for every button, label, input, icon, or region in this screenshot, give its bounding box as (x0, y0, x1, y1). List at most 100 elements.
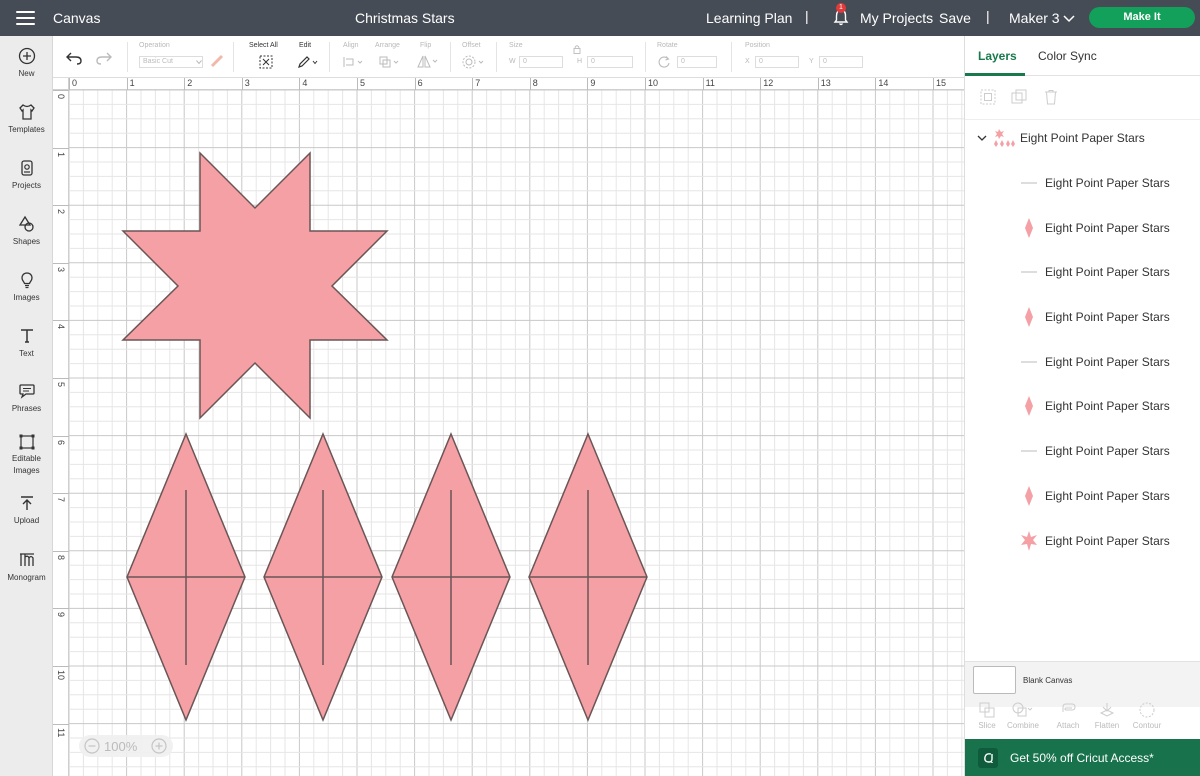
paperclip-icon (1062, 703, 1076, 712)
ruler-tick (241, 78, 243, 90)
flatten-button[interactable]: Flatten (1087, 702, 1127, 730)
width-input[interactable]: 0 (519, 56, 563, 68)
cricut-access-promo[interactable]: Get 50% off Cricut Access* (965, 739, 1200, 776)
sidebar-item-label: Templates (8, 125, 45, 134)
layer-item[interactable]: Eight Point Paper Stars (965, 168, 1200, 198)
layer-label: Eight Point Paper Stars (1045, 489, 1170, 503)
delete-icon[interactable] (1043, 89, 1059, 105)
sidebar-item-upload[interactable]: Upload (0, 494, 53, 525)
sidebar-item-projects[interactable]: Projects (0, 159, 53, 190)
flip-icon[interactable] (417, 55, 439, 68)
sidebar-item-label: Projects (12, 181, 41, 190)
ruler-tick (184, 78, 186, 90)
learning-plan-link[interactable]: Learning Plan (706, 10, 792, 26)
design-canvas[interactable]: 0 1 2 3 4 5 6 7 8 9 10 11 12 13 14 15 0 1 2 3 4 5 6 7 8 9 10 11 10… (53, 78, 964, 776)
sidebar-item-monogram[interactable]: Monogram (0, 551, 53, 582)
my-projects-link[interactable]: My Projects (860, 10, 933, 26)
ruler-tick (817, 78, 819, 90)
slice-button[interactable]: Slice (967, 702, 1007, 730)
document-title[interactable]: Christmas Stars (355, 10, 455, 26)
notification-badge: 1 (836, 3, 846, 13)
diamond-shape-3[interactable] (391, 432, 511, 722)
layer-item[interactable]: Eight Point Paper Stars (965, 257, 1200, 287)
layer-item[interactable]: Eight Point Paper Stars (965, 526, 1200, 556)
diamond-icon (1025, 396, 1033, 416)
tab-color-sync[interactable]: Color Sync (1038, 49, 1097, 63)
ruler-tick (69, 78, 70, 90)
combine-button[interactable]: Combine (1003, 702, 1043, 730)
diamond-shape-2[interactable] (263, 432, 383, 722)
attach-button[interactable]: Attach (1048, 702, 1088, 730)
upload-icon (20, 496, 33, 510)
y-position-input[interactable]: 0 (819, 56, 863, 68)
ruler-tick-label: 6 (56, 439, 66, 445)
star-shape[interactable] (121, 151, 389, 420)
x-prefix: X (745, 58, 750, 65)
menu-icon[interactable] (16, 11, 35, 25)
layer-group[interactable]: Eight Point Paper Stars (965, 126, 1200, 150)
layer-item[interactable]: Eight Point Paper Stars (965, 347, 1200, 377)
sidebar-item-new[interactable]: New (0, 47, 53, 78)
sidebar-item-templates[interactable]: Templates (0, 103, 53, 134)
divider (645, 42, 646, 72)
ruler-tick-label: 2 (187, 78, 193, 88)
sidebar-item-text[interactable]: Text (0, 327, 53, 358)
save-button[interactable]: Save (939, 10, 971, 26)
layer-label: Eight Point Paper Stars (1045, 399, 1170, 413)
align-icon[interactable] (343, 56, 365, 68)
ruler-tick-label: 12 (763, 78, 774, 88)
group-icon[interactable] (980, 89, 996, 105)
rotate-input[interactable]: 0 (677, 56, 717, 68)
pencil-icon[interactable] (297, 55, 319, 69)
ruler-tick (587, 78, 589, 90)
ruler-tick (702, 78, 704, 90)
redo-icon[interactable] (96, 51, 112, 65)
ruler-tick-label: 1 (56, 151, 66, 157)
separator: | (805, 8, 809, 24)
projects-icon (20, 160, 33, 176)
pen-color-icon[interactable] (210, 54, 224, 68)
ruler-tick-label: 0 (56, 94, 66, 100)
ruler-tick-label: 9 (590, 78, 596, 88)
layer-item[interactable]: Eight Point Paper Stars (965, 436, 1200, 466)
x-position-input[interactable]: 0 (755, 56, 799, 68)
chevron-down-icon[interactable] (977, 133, 987, 143)
arrange-label: Arrange (375, 42, 400, 49)
operation-select[interactable]: Basic Cut (139, 56, 203, 68)
ruler-tick (414, 78, 416, 90)
layer-item[interactable]: Eight Point Paper Stars (965, 302, 1200, 332)
diamond-shape-4[interactable] (528, 432, 648, 722)
ruler-tick (53, 320, 69, 322)
contour-button[interactable]: Contour (1127, 702, 1167, 730)
sidebar-item-label: New (18, 69, 35, 78)
tab-layers[interactable]: Layers (978, 49, 1017, 63)
diamond-shape-1[interactable] (126, 432, 246, 722)
operation-label: Operation (139, 42, 170, 49)
sidebar-item-editable-images[interactable]: Editable Images (0, 433, 53, 477)
blank-canvas-label: Blank Canvas (1023, 676, 1073, 685)
duplicate-icon[interactable] (1011, 89, 1027, 105)
offset-icon[interactable] (462, 55, 486, 69)
select-all-icon[interactable] (259, 55, 273, 69)
ruler-tick (53, 378, 69, 379)
zoom-out-icon[interactable] (84, 738, 100, 754)
chevron-down-icon[interactable] (1062, 11, 1076, 25)
arrange-icon[interactable] (379, 56, 401, 68)
machine-selector[interactable]: Maker 3 (1009, 10, 1060, 26)
layer-item[interactable]: Eight Point Paper Stars (965, 213, 1200, 243)
height-input[interactable]: 0 (587, 56, 633, 68)
lock-icon[interactable] (573, 44, 581, 54)
rotate-icon[interactable] (657, 55, 671, 69)
combine-label: Combine (1006, 721, 1039, 730)
ruler-tick-label: 10 (648, 78, 659, 88)
blank-canvas-swatch[interactable] (973, 666, 1016, 694)
zoom-in-icon[interactable] (151, 738, 167, 754)
layer-item[interactable]: Eight Point Paper Stars (965, 481, 1200, 511)
layer-item[interactable]: Eight Point Paper Stars (965, 391, 1200, 421)
sidebar-item-phrases[interactable]: Phrases (0, 382, 53, 413)
undo-icon[interactable] (66, 51, 82, 65)
make-it-button[interactable]: Make It (1089, 7, 1195, 28)
sidebar-item-shapes[interactable]: Shapes (0, 215, 53, 246)
slice-label: Slice (978, 721, 996, 730)
sidebar-item-images[interactable]: Images (0, 271, 53, 302)
